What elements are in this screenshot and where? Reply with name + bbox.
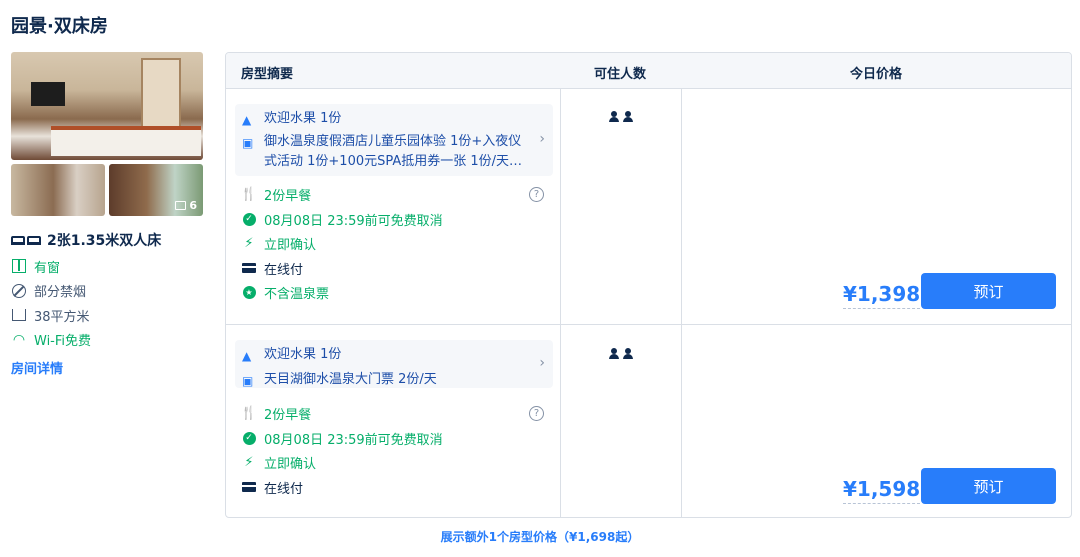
condition-item: ⚡ 立即确认 <box>242 233 316 253</box>
photo-window <box>141 58 181 128</box>
feature-label: 38平方米 <box>34 309 90 325</box>
chevron-right-icon: › <box>539 131 545 147</box>
cloche-icon: ▲ <box>242 113 252 127</box>
room-detail-link[interactable]: 房间详情 <box>11 358 203 377</box>
condition-text: 08月08日 23:59前可免费取消 <box>264 432 443 448</box>
condition-text: 08月08日 23:59前可免费取消 <box>264 213 443 229</box>
condition-text: 立即确认 <box>264 237 317 253</box>
lightning-icon: ⚡ <box>244 235 254 251</box>
gift-text: 欢迎水果 1份 <box>264 347 342 362</box>
check-circle-icon: ✓ <box>242 431 256 445</box>
condition-text: 在线付 <box>264 481 304 497</box>
condition-item: 🍴 2份早餐 <box>240 184 312 204</box>
star-circle-icon: ★ <box>242 285 256 299</box>
fork-knife-icon: 🍴 <box>240 405 258 421</box>
person-icon <box>609 348 619 359</box>
gift-item: ▲ 欢迎水果 1份 <box>242 109 523 130</box>
cloche-icon: ▲ <box>242 349 252 363</box>
area-icon <box>12 309 26 322</box>
bed-label: 2张1.35米双人床 <box>47 233 162 249</box>
header-occupancy: 可住人数 <box>594 67 647 82</box>
feature-area: 38平方米 <box>11 303 203 328</box>
room-title: 园景·双床房 <box>11 16 108 37</box>
gift-item: ▲ 欢迎水果 1份 <box>242 345 523 366</box>
photo-tv <box>31 82 65 106</box>
condition-text: 2份早餐 <box>264 188 312 204</box>
photo-thumbnails: 6 <box>11 164 203 216</box>
bed-icon <box>11 235 41 245</box>
picture-icon <box>175 201 187 210</box>
rate-table: 房型摘要 可住人数 今日价格 ▲ 欢迎水果 1份 ▣ 御水温泉度假酒店儿童乐园体… <box>225 52 1072 518</box>
book-button[interactable]: 预订 <box>921 468 1056 504</box>
chevron-right-icon: › <box>539 355 545 371</box>
condition-text: 2份早餐 <box>264 407 312 423</box>
condition-item: 在线付 <box>242 477 303 497</box>
condition-item: ★ 不含温泉票 <box>242 282 329 302</box>
no-smoking-icon <box>12 283 26 298</box>
gift-panel[interactable]: ▲ 欢迎水果 1份 ▣ 御水温泉度假酒店儿童乐园体验 1份+入夜仪式活动 1份+… <box>235 104 553 176</box>
room-thumbnail-photo[interactable] <box>11 164 105 216</box>
gift-panel[interactable]: ▲ 欢迎水果 1份 ▣ 天目湖御水温泉大门票 2份/天 › <box>235 340 553 388</box>
condition-item: 在线付 <box>242 258 303 278</box>
condition-item: ⚡ 立即确认 <box>242 452 316 472</box>
header-summary: 房型摘要 <box>241 67 294 82</box>
room-main-photo[interactable] <box>11 52 203 160</box>
person-icon <box>623 111 633 122</box>
photo-count-value: 6 <box>189 199 197 212</box>
wifi-icon: ◠ <box>12 331 26 348</box>
gift-icon: ▣ <box>242 136 254 150</box>
price[interactable]: ¥1,398 <box>843 282 921 309</box>
condition-item: ✓ 08月08日 23:59前可免费取消 <box>242 428 443 448</box>
photo-bed <box>51 126 201 156</box>
gift-text: 御水温泉度假酒店儿童乐园体验 1份+入夜仪式活动 1份+100元SPA抵用券一张… <box>264 134 522 169</box>
header-price: 今日价格 <box>850 67 903 82</box>
lightning-icon: ⚡ <box>244 454 254 470</box>
rate-row: ▲ 欢迎水果 1份 ▣ 天目湖御水温泉大门票 2份/天 › 🍴 2份早餐 ? ✓… <box>226 326 1071 517</box>
show-more-rates-link[interactable]: 展示额外1个房型价格（¥1,698起） <box>0 528 1080 545</box>
room-info-panel: 6 2张1.35米双人床 有窗 部分禁烟 38平方米 ◠ Wi-Fi免费 房间详… <box>11 52 203 377</box>
book-button[interactable]: 预订 <box>921 273 1056 309</box>
condition-text: 不含温泉票 <box>264 286 330 302</box>
gift-text: 欢迎水果 1份 <box>264 111 342 126</box>
card-icon <box>242 263 256 273</box>
window-icon <box>12 259 26 274</box>
table-header: 房型摘要 可住人数 今日价格 <box>226 53 1071 89</box>
help-icon[interactable]: ? <box>529 406 544 421</box>
rate-row: ▲ 欢迎水果 1份 ▣ 御水温泉度假酒店儿童乐园体验 1份+入夜仪式活动 1份+… <box>226 89 1071 325</box>
check-circle-icon: ✓ <box>242 212 256 226</box>
gift-item: ▣ 天目湖御水温泉大门票 2份/天 <box>242 370 523 391</box>
occupancy-icons <box>609 348 633 359</box>
room-thumbnail-photo[interactable]: 6 <box>109 164 203 216</box>
photo-count: 6 <box>175 199 197 212</box>
feature-label: 部分禁烟 <box>34 285 87 301</box>
help-icon[interactable]: ? <box>529 187 544 202</box>
card-icon <box>242 482 256 492</box>
condition-text: 立即确认 <box>264 456 317 472</box>
gift-text: 天目湖御水温泉大门票 2份/天 <box>264 372 437 387</box>
feature-label: Wi-Fi免费 <box>34 334 92 350</box>
feature-window: 有窗 <box>11 254 203 279</box>
condition-item: ✓ 08月08日 23:59前可免费取消 <box>242 209 443 229</box>
person-icon <box>623 348 633 359</box>
feature-wifi: ◠ Wi-Fi免费 <box>11 328 203 353</box>
fork-knife-icon: 🍴 <box>240 186 258 202</box>
occupancy-icons <box>609 111 633 122</box>
person-icon <box>609 111 619 122</box>
feature-label: 有窗 <box>34 260 61 276</box>
gift-item: ▣ 御水温泉度假酒店儿童乐园体验 1份+入夜仪式活动 1份+100元SPA抵用券… <box>242 132 523 172</box>
price[interactable]: ¥1,598 <box>843 477 921 504</box>
condition-item: 🍴 2份早餐 <box>240 403 312 423</box>
gift-icon: ▣ <box>242 374 254 388</box>
condition-text: 在线付 <box>264 262 304 278</box>
bed-info: 2张1.35米双人床 <box>11 230 203 250</box>
feature-smoking: 部分禁烟 <box>11 279 203 304</box>
